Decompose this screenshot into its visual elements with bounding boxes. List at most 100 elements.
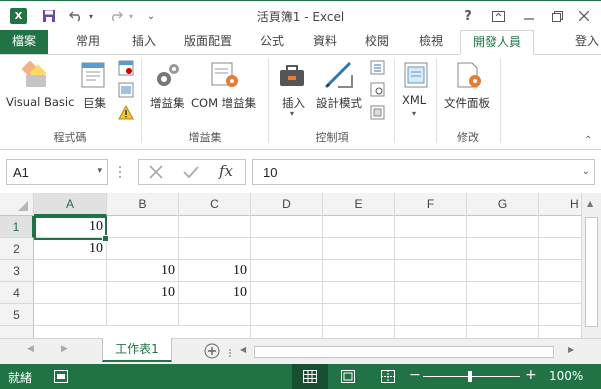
xml-button[interactable]: XML bbox=[402, 93, 426, 107]
next-sheet-icon[interactable]: ▶ bbox=[61, 344, 68, 354]
signin-link[interactable]: 登入 bbox=[572, 30, 601, 54]
column-header[interactable]: B bbox=[107, 193, 179, 216]
xml-source-icon[interactable] bbox=[403, 61, 429, 92]
vertical-scrollbar[interactable]: ▲ bbox=[581, 193, 601, 338]
com-addins-button[interactable]: COM 增益集 bbox=[191, 95, 256, 111]
cell-a2[interactable]: 10 bbox=[34, 238, 107, 260]
cell-b1[interactable] bbox=[107, 216, 179, 238]
column-header[interactable]: E bbox=[323, 193, 395, 216]
zoom-slider-thumb[interactable] bbox=[468, 371, 472, 382]
insert-controls-dropdown-icon[interactable]: ▾ bbox=[290, 109, 294, 118]
normal-view-button[interactable] bbox=[292, 364, 328, 389]
properties-icon[interactable] bbox=[370, 60, 385, 78]
document-panel-icon[interactable] bbox=[455, 61, 483, 92]
visual-basic-button[interactable]: Visual Basic bbox=[6, 95, 74, 109]
close-icon[interactable] bbox=[577, 7, 591, 25]
scroll-right-icon[interactable]: ▶ bbox=[568, 345, 574, 354]
restore-icon[interactable] bbox=[550, 7, 564, 25]
com-addins-icon[interactable] bbox=[210, 61, 240, 92]
relative-reference-icon[interactable] bbox=[118, 82, 134, 101]
row-header[interactable]: 3 bbox=[0, 260, 34, 282]
help-icon[interactable]: ? bbox=[461, 7, 475, 25]
ribbon-display-icon[interactable] bbox=[490, 7, 506, 25]
column-header[interactable]: F bbox=[395, 193, 467, 216]
cell-b2[interactable] bbox=[107, 238, 179, 260]
cell-c4[interactable]: 10 bbox=[179, 282, 251, 304]
new-sheet-icon[interactable] bbox=[204, 343, 220, 362]
document-panel-button[interactable]: 文件面板 bbox=[444, 95, 490, 111]
zoom-level[interactable]: 100% bbox=[549, 369, 583, 383]
page-break-preview-icon[interactable] bbox=[381, 370, 395, 386]
cell-a4[interactable] bbox=[34, 282, 107, 304]
cell-b3[interactable]: 10 bbox=[107, 260, 179, 282]
name-box-dropdown-icon[interactable]: ▾ bbox=[97, 166, 102, 176]
tab-home[interactable]: 常用 bbox=[66, 30, 110, 54]
sheet-tab-bar: ◀ ▶ 工作表1 ◀ ▶ bbox=[0, 338, 601, 364]
column-header[interactable]: C bbox=[179, 193, 251, 216]
tab-formulas[interactable]: 公式 bbox=[252, 30, 292, 54]
confirm-entry-icon[interactable] bbox=[183, 165, 199, 182]
design-mode-button[interactable]: 設計模式 bbox=[316, 95, 362, 111]
macros-icon[interactable] bbox=[80, 61, 108, 92]
tab-developer[interactable]: 開發人員 bbox=[460, 30, 534, 55]
record-macro-icon[interactable] bbox=[118, 60, 134, 79]
addins-icon[interactable] bbox=[154, 61, 182, 92]
tab-data[interactable]: 資料 bbox=[305, 30, 345, 54]
macro-security-icon[interactable] bbox=[118, 104, 134, 123]
visual-basic-icon[interactable] bbox=[21, 60, 52, 92]
row-header[interactable]: 4 bbox=[0, 282, 34, 304]
cell-b4[interactable]: 10 bbox=[107, 282, 179, 304]
xml-dropdown-icon[interactable]: ▾ bbox=[412, 109, 416, 118]
tab-insert[interactable]: 插入 bbox=[122, 30, 166, 54]
macros-button[interactable]: 巨集 bbox=[83, 95, 106, 111]
expand-formula-bar-icon[interactable]: ⌄ bbox=[582, 166, 590, 177]
tab-file[interactable]: 檔案 bbox=[0, 30, 48, 54]
page-layout-view-icon[interactable] bbox=[341, 370, 355, 386]
column-header[interactable]: D bbox=[251, 193, 323, 216]
worksheet-grid[interactable]: A B C D E F G H 1 10 2 10 3 10 10 4 10 1… bbox=[0, 193, 601, 338]
insert-controls-icon[interactable] bbox=[278, 63, 308, 92]
scroll-up-icon[interactable]: ▲ bbox=[587, 199, 593, 208]
row-header[interactable] bbox=[0, 326, 34, 338]
status-ready: 就緒 bbox=[8, 371, 33, 385]
formula-bar-splitter-icon[interactable] bbox=[118, 163, 122, 181]
prev-sheet-icon[interactable]: ◀ bbox=[27, 344, 34, 354]
horizontal-scrollbar[interactable]: ◀ ▶ bbox=[240, 345, 580, 359]
column-header[interactable]: G bbox=[467, 193, 539, 216]
vertical-scroll-thumb[interactable] bbox=[585, 217, 598, 327]
cell-c1[interactable] bbox=[179, 216, 251, 238]
macro-recording-icon[interactable] bbox=[54, 370, 68, 386]
minimize-icon[interactable] bbox=[522, 7, 536, 25]
cell-c5[interactable] bbox=[179, 304, 251, 326]
sheet-tab-1[interactable]: 工作表1 bbox=[102, 338, 172, 362]
row-header[interactable]: 1 bbox=[0, 216, 34, 238]
insert-function-icon[interactable]: fx bbox=[219, 162, 233, 180]
ribbon: Visual Basic 巨集 程式碼 增益集 COM 增益集 增益集 插入 ▾… bbox=[0, 54, 601, 150]
zoom-out-icon[interactable]: − bbox=[409, 367, 421, 383]
cancel-entry-icon[interactable] bbox=[149, 165, 163, 182]
addins-button[interactable]: 增益集 bbox=[150, 95, 185, 111]
formula-input[interactable]: 10 ⌄ bbox=[252, 159, 595, 185]
tab-view[interactable]: 檢視 bbox=[410, 30, 452, 54]
horizontal-scroll-thumb[interactable] bbox=[254, 346, 554, 358]
cell-a5[interactable] bbox=[34, 304, 107, 326]
run-dialog-icon[interactable] bbox=[370, 105, 385, 123]
zoom-in-icon[interactable]: + bbox=[525, 367, 537, 383]
ribbon-tabs: 檔案 常用 插入 版面配置 公式 資料 校閱 檢視 開發人員 登入 bbox=[0, 30, 601, 55]
tab-review[interactable]: 校閱 bbox=[356, 30, 398, 54]
tab-page-layout[interactable]: 版面配置 bbox=[176, 30, 240, 54]
scroll-left-icon[interactable]: ◀ bbox=[240, 345, 246, 354]
view-code-icon[interactable] bbox=[370, 82, 385, 100]
name-box[interactable]: A1 ▾ bbox=[6, 159, 108, 185]
row-header[interactable]: 5 bbox=[0, 304, 34, 326]
tab-splitter-icon[interactable] bbox=[228, 347, 232, 357]
cell-c3[interactable]: 10 bbox=[179, 260, 251, 282]
design-mode-icon[interactable] bbox=[324, 61, 354, 92]
cell-c2[interactable] bbox=[179, 238, 251, 260]
collapse-ribbon-icon[interactable]: ⌃ bbox=[584, 135, 592, 146]
cell-a3[interactable] bbox=[34, 260, 107, 282]
cell-b5[interactable] bbox=[107, 304, 179, 326]
column-header[interactable]: A bbox=[34, 193, 107, 216]
select-all-corner[interactable] bbox=[0, 193, 34, 216]
row-header[interactable]: 2 bbox=[0, 238, 34, 260]
